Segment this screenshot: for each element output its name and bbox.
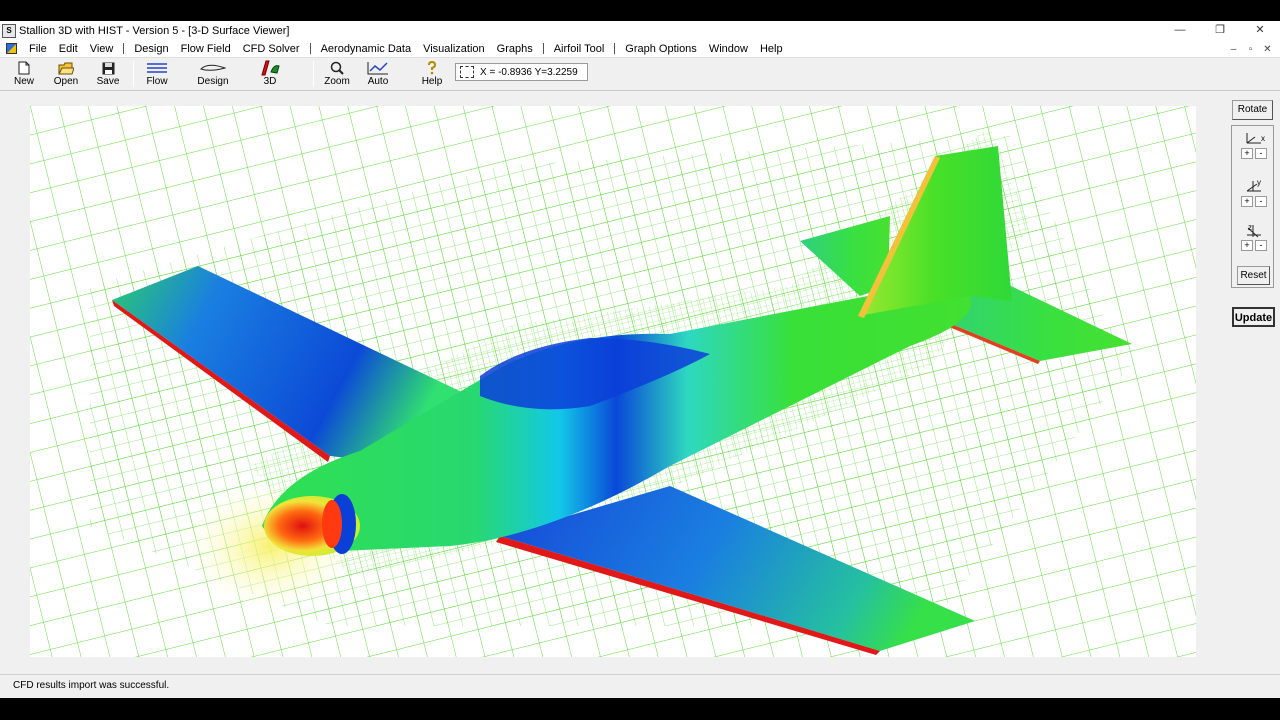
z-axis-icon: z bbox=[1239, 222, 1269, 240]
open-folder-icon bbox=[58, 60, 74, 76]
menu-separator bbox=[123, 43, 125, 54]
menu-bar: File Edit View Design Flow Field CFD Sol… bbox=[0, 40, 1280, 58]
axis-rotation-panel: x + - y + - z + - Reset bbox=[1231, 125, 1274, 288]
menu-visualization[interactable]: Visualization bbox=[417, 40, 491, 58]
x-axis-group: x + - bbox=[1239, 130, 1269, 159]
window-title: Stallion 3D with HIST - Version 5 - [3-D… bbox=[19, 24, 290, 37]
y-axis-group: y + - bbox=[1239, 178, 1269, 207]
letterbox-top bbox=[0, 0, 1280, 21]
z-axis-group: z + - bbox=[1239, 222, 1269, 251]
menu-edit[interactable]: Edit bbox=[53, 40, 84, 58]
application-window: S Stallion 3D with HIST - Version 5 - [3… bbox=[0, 21, 1280, 698]
restore-button[interactable]: ❐ bbox=[1200, 21, 1240, 40]
y-minus-button[interactable]: - bbox=[1255, 196, 1267, 207]
toolbar-separator bbox=[133, 61, 134, 87]
auto-button[interactable]: Auto bbox=[364, 60, 392, 90]
x-plus-button[interactable]: + bbox=[1241, 148, 1253, 159]
window-controls: — ❐ ✕ bbox=[1160, 21, 1280, 40]
y-axis-letter: y bbox=[1257, 179, 1261, 187]
z-plus-button[interactable]: + bbox=[1241, 240, 1253, 251]
minimize-button[interactable]: — bbox=[1160, 21, 1200, 40]
menu-help[interactable]: Help bbox=[754, 40, 789, 58]
flow-lines-icon bbox=[146, 60, 168, 76]
new-button[interactable]: New bbox=[12, 60, 36, 90]
menu-separator bbox=[614, 43, 616, 54]
x-axis-icon: x bbox=[1239, 130, 1269, 148]
auto-scale-chart-icon bbox=[367, 60, 389, 76]
z-axis-stepper: + - bbox=[1239, 240, 1269, 251]
menu-separator bbox=[309, 43, 311, 54]
save-label: Save bbox=[96, 76, 120, 87]
zoom-label: Zoom bbox=[324, 76, 350, 87]
close-button[interactable]: ✕ bbox=[1240, 21, 1280, 40]
save-disk-icon bbox=[102, 60, 115, 76]
toolbar: New Open Save Flow Design 3D Zoom Auto H… bbox=[0, 58, 1280, 91]
x-axis-stepper: + - bbox=[1239, 148, 1269, 159]
menu-design[interactable]: Design bbox=[128, 40, 174, 58]
3d-surface-viewport[interactable] bbox=[30, 106, 1196, 657]
new-label: New bbox=[13, 76, 34, 87]
title-bar: S Stallion 3D with HIST - Version 5 - [3… bbox=[0, 21, 1280, 40]
menu-separator bbox=[542, 43, 544, 54]
3d-surface-icon bbox=[259, 60, 281, 76]
coordinate-text: X = -0.8936 Y=3.2259 bbox=[480, 66, 578, 78]
airfoil-icon bbox=[200, 60, 226, 76]
z-minus-button[interactable]: - bbox=[1255, 240, 1267, 251]
app-icon: S bbox=[2, 23, 16, 38]
design-label: Design bbox=[197, 76, 229, 87]
reset-button[interactable]: Reset bbox=[1237, 266, 1270, 285]
menu-cfd-solver[interactable]: CFD Solver bbox=[237, 40, 306, 58]
toolbar-separator bbox=[313, 61, 314, 87]
menu-flow-field[interactable]: Flow Field bbox=[175, 40, 237, 58]
save-button[interactable]: Save bbox=[95, 60, 121, 90]
help-question-icon bbox=[427, 60, 437, 76]
3d-view-button[interactable]: 3D bbox=[256, 60, 284, 90]
cfd-surface-render bbox=[30, 106, 1196, 657]
mdi-restore-button[interactable]: ▫ bbox=[1242, 44, 1259, 55]
document-icon[interactable] bbox=[6, 43, 17, 54]
mdi-controls: – ▫ ✕ bbox=[1225, 40, 1276, 58]
flow-button[interactable]: Flow bbox=[142, 60, 172, 90]
update-button[interactable]: Update bbox=[1232, 307, 1275, 327]
help-button[interactable]: Help bbox=[419, 60, 445, 90]
open-label: Open bbox=[53, 76, 79, 87]
z-axis-letter: z bbox=[1248, 223, 1252, 232]
menu-aerodynamic-data[interactable]: Aerodynamic Data bbox=[315, 40, 418, 58]
x-minus-button[interactable]: - bbox=[1255, 148, 1267, 159]
mdi-close-button[interactable]: ✕ bbox=[1259, 44, 1276, 55]
y-axis-icon: y bbox=[1239, 178, 1269, 196]
crosshair-select-icon bbox=[460, 66, 474, 78]
menu-file[interactable]: File bbox=[23, 40, 53, 58]
new-file-icon bbox=[18, 60, 30, 76]
menu-view[interactable]: View bbox=[84, 40, 120, 58]
mdi-minimize-button[interactable]: – bbox=[1225, 44, 1242, 55]
status-message: CFD results import was successful. bbox=[13, 680, 170, 691]
menu-window[interactable]: Window bbox=[703, 40, 754, 58]
rotate-button[interactable]: Rotate bbox=[1232, 100, 1273, 120]
zoom-button[interactable]: Zoom bbox=[323, 60, 351, 90]
auto-label: Auto bbox=[367, 76, 389, 87]
status-bar: CFD results import was successful. bbox=[0, 674, 1280, 698]
x-axis-letter: x bbox=[1261, 134, 1265, 143]
y-plus-button[interactable]: + bbox=[1241, 196, 1253, 207]
design-button[interactable]: Design bbox=[196, 60, 230, 90]
help-label: Help bbox=[421, 76, 443, 87]
coordinate-readout: X = -0.8936 Y=3.2259 bbox=[455, 63, 588, 81]
open-button[interactable]: Open bbox=[52, 60, 80, 90]
magnifier-icon bbox=[330, 60, 344, 76]
3d-label: 3D bbox=[263, 76, 277, 87]
y-axis-stepper: + - bbox=[1239, 196, 1269, 207]
letterbox-bottom bbox=[0, 698, 1280, 720]
menu-graphs[interactable]: Graphs bbox=[491, 40, 539, 58]
menu-graph-options[interactable]: Graph Options bbox=[619, 40, 703, 58]
flow-label: Flow bbox=[146, 76, 168, 87]
menu-airfoil-tool[interactable]: Airfoil Tool bbox=[548, 40, 611, 58]
